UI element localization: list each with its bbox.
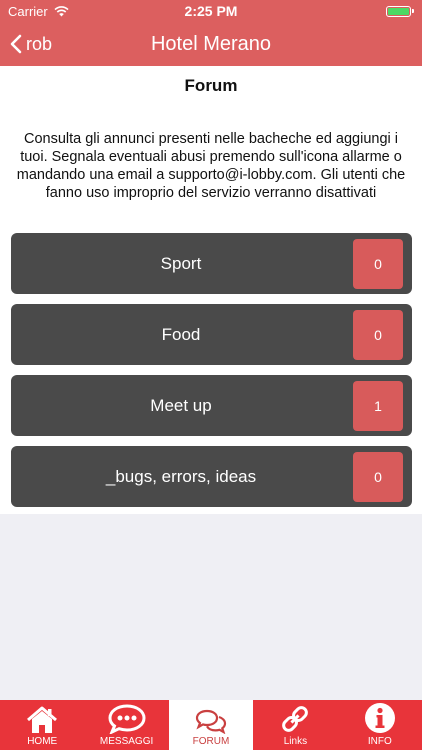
forum-content: Forum Consulta gli annunci presenti nell… xyxy=(0,66,422,514)
wifi-icon xyxy=(54,5,69,16)
back-button[interactable]: rob xyxy=(10,22,52,66)
carrier-label: Carrier xyxy=(8,3,48,19)
forum-row-food[interactable]: Food 0 xyxy=(11,304,412,365)
forum-row-meet-up[interactable]: Meet up 1 xyxy=(11,375,412,436)
link-icon xyxy=(282,706,309,732)
forum-icon xyxy=(195,709,227,734)
tab-info[interactable]: INFO xyxy=(338,700,422,750)
info-icon xyxy=(364,703,395,733)
tab-bar: HOME MESSAGGI FORUM Links INFO xyxy=(0,700,422,750)
battery-icon xyxy=(386,5,414,17)
tab-home[interactable]: HOME xyxy=(0,700,84,750)
status-bar: Carrier 2:25 PM xyxy=(0,0,422,22)
chevron-left-icon xyxy=(10,34,22,54)
home-icon xyxy=(27,706,58,733)
tab-label: FORUM xyxy=(192,736,230,747)
tab-forum[interactable]: FORUM xyxy=(168,700,254,750)
forum-count-badge: 0 xyxy=(353,239,403,289)
tab-label: MESSAGGI xyxy=(99,736,154,747)
forum-count-badge: 0 xyxy=(353,310,403,360)
forum-list: Sport 0 Food 0 Meet up 1 _bugs, errors, … xyxy=(11,233,412,517)
intro-text: Consulta gli annunci presenti nelle bach… xyxy=(16,131,406,201)
forum-count-badge: 0 xyxy=(353,452,403,502)
forum-row-sport[interactable]: Sport 0 xyxy=(11,233,412,294)
tab-links[interactable]: Links xyxy=(253,700,337,750)
navigation-bar: rob Hotel Merano xyxy=(0,22,422,66)
tab-messaggi[interactable]: MESSAGGI xyxy=(84,700,168,750)
tab-label: Links xyxy=(283,736,308,747)
tab-label: INFO xyxy=(367,736,392,747)
forum-label: _bugs, errors, ideas xyxy=(105,466,257,486)
page-title: Forum xyxy=(184,76,238,95)
chat-bubble-icon xyxy=(108,704,146,734)
forum-label: Meet up xyxy=(150,395,212,415)
status-left: Carrier xyxy=(8,4,69,19)
forum-label: Food xyxy=(161,324,201,344)
forum-label: Sport xyxy=(160,253,202,273)
back-label: rob xyxy=(26,33,53,54)
tab-label: HOME xyxy=(27,736,58,747)
forum-row-bugs[interactable]: _bugs, errors, ideas 0 xyxy=(11,446,412,507)
forum-count-badge: 1 xyxy=(353,381,403,431)
nav-title: Hotel Merano xyxy=(150,32,272,55)
